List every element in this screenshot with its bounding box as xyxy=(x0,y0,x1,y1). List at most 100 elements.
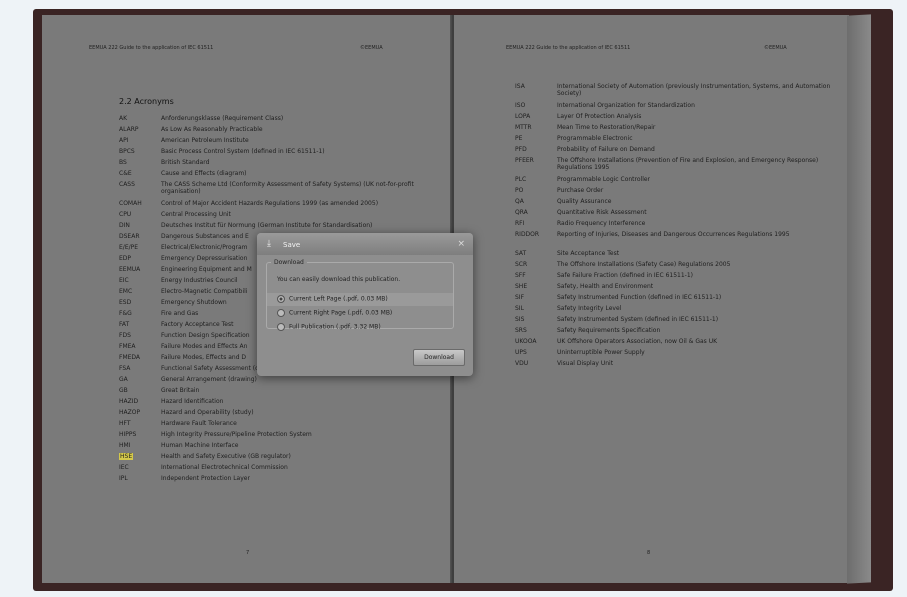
acronym-abbr: FMEDA xyxy=(119,354,141,361)
acronym-abbr: SRS xyxy=(515,327,527,334)
acronym-definition: American Petroleum Institute xyxy=(161,137,249,144)
acronym-definition: Radio Frequency Interference xyxy=(557,220,646,227)
acronym-definition: High Integrity Pressure/Pipeline Protect… xyxy=(161,431,312,438)
radio-current-left-page[interactable] xyxy=(277,295,285,303)
radio-current-right-page[interactable] xyxy=(277,309,285,317)
option-label: Full Publication (.pdf, 3.32 MB) xyxy=(289,323,381,331)
right-page[interactable]: EEMUA 222 Guide to the application of IE… xyxy=(454,15,849,583)
download-button[interactable]: Download xyxy=(413,349,465,366)
download-group-label: Download xyxy=(274,259,304,266)
acronym-abbr: PFD xyxy=(515,146,527,153)
download-note: You can easily download this publication… xyxy=(277,276,401,283)
acronym-definition: Anforderungsklasse (Requirement Class) xyxy=(161,115,284,122)
acronym-definition: Quality Assurance xyxy=(557,198,612,205)
acronym-abbr: FDS xyxy=(119,332,131,339)
acronym-abbr: CASS xyxy=(119,181,135,188)
acronym-abbr: GA xyxy=(119,376,128,383)
dialog-title-bar[interactable]: ⤓ Save × xyxy=(257,233,473,255)
acronym-abbr: QA xyxy=(515,198,524,205)
acronym-definition: Control of Major Accident Hazards Regula… xyxy=(161,200,379,207)
acronym-abbr: SIS xyxy=(515,316,525,323)
acronym-abbr: FSA xyxy=(119,365,131,372)
acronym-abbr: RFI xyxy=(515,220,525,227)
right-page-number: 8 xyxy=(647,550,651,556)
acronym-abbr: PFEER xyxy=(515,157,534,164)
acronym-abbr: UPS xyxy=(515,349,527,356)
acronym-definition: The Offshore Installations (Safety Case)… xyxy=(557,261,731,268)
acronym-abbr: EEMUA xyxy=(119,266,141,273)
option-current-left-page[interactable]: Current Left Page (.pdf, 0.03 MB) xyxy=(277,295,388,303)
acronym-abbr: HAZOP xyxy=(119,409,141,416)
acronym-definition: Cause and Effects (diagram) xyxy=(161,170,247,177)
acronym-abbr: LOPA xyxy=(515,113,531,120)
acronym-abbr: ALARP xyxy=(119,126,139,133)
acronym-abbr: VDU xyxy=(515,360,529,367)
acronym-abbr: SIL xyxy=(515,305,524,312)
left-page-header: EEMUA 222 Guide to the application of IE… xyxy=(89,45,214,51)
acronym-definition: Layer Of Protection Analysis xyxy=(557,113,642,120)
radio-full-publication[interactable] xyxy=(277,323,285,331)
acronym-definition: Purchase Order xyxy=(557,187,604,194)
download-icon: ⤓ xyxy=(267,239,271,249)
close-icon[interactable]: × xyxy=(457,239,465,249)
acronym-definition: Reporting of Injuries, Diseases and Dang… xyxy=(557,231,790,238)
acronym-abbr: PE xyxy=(515,135,523,142)
acronym-abbr: IPL xyxy=(119,475,128,482)
acronym-definition: The CASS Scheme Ltd (Conformity Assessme… xyxy=(161,181,414,195)
acronym-definition: Uninterruptible Power Supply xyxy=(557,349,645,356)
section-title: 2.2 Acronyms xyxy=(119,97,174,106)
acronym-definition: Programmable Logic Controller xyxy=(557,176,651,183)
acronym-definition: Safety Instrumented System (defined in I… xyxy=(557,316,719,323)
acronym-abbr: DIN xyxy=(119,222,130,229)
acronym-definition: Safe Failure Fraction (defined in IEC 61… xyxy=(557,272,693,279)
acronym-definition: Hazard Identification xyxy=(161,398,224,405)
acronym-abbr: ESD xyxy=(119,299,132,306)
acronym-abbr: HSE xyxy=(119,453,134,460)
acronym-definition: Hazard and Operability (study) xyxy=(161,409,254,416)
acronym-abbr: SHE xyxy=(515,283,528,290)
acronym-abbr: UKOOA xyxy=(515,338,537,345)
acronym-abbr: GB xyxy=(119,387,128,394)
acronym-abbr: PO xyxy=(515,187,524,194)
option-current-right-page[interactable]: Current Right Page (.pdf, 0.03 MB) xyxy=(277,309,392,317)
acronym-abbr: EDP xyxy=(119,255,132,262)
acronym-definition: International Electrotechnical Commissio… xyxy=(161,464,288,471)
acronym-abbr: E/E/PE xyxy=(119,244,139,251)
acronym-definition: International Society of Automation (pre… xyxy=(557,83,831,97)
acronym-abbr: ISO xyxy=(515,102,526,109)
save-dialog: ⤓ Save × Download You can easily downloa… xyxy=(257,233,473,376)
download-group: Download You can easily download this pu… xyxy=(266,259,454,331)
left-page-number: 7 xyxy=(246,550,250,556)
acronym-abbr: F&G xyxy=(119,310,132,317)
acronym-definition: Site Acceptance Test xyxy=(557,250,620,257)
acronym-abbr: RIDDOR xyxy=(515,231,540,238)
acronym-definition: The Offshore Installations (Prevention o… xyxy=(557,157,819,171)
acronym-definition: Independent Protection Layer xyxy=(161,475,250,482)
acronym-abbr: BPCS xyxy=(119,148,135,155)
acronym-abbr: SFF xyxy=(515,272,526,279)
acronym-abbr: SCR xyxy=(515,261,528,268)
acronym-abbr: HIPPS xyxy=(119,431,137,438)
acronym-definition: Health and Safety Executive (GB regulato… xyxy=(161,453,291,460)
acronym-abbr: HFT xyxy=(119,420,131,427)
acronym-definition: Safety Instrumented Function (defined in… xyxy=(557,294,722,301)
acronym-abbr: MTTR xyxy=(515,124,532,131)
acronym-abbr: AK xyxy=(119,115,128,122)
acronym-abbr: FMEA xyxy=(119,343,136,350)
acronym-abbr: COMAH xyxy=(119,200,142,207)
option-label: Current Right Page (.pdf, 0.03 MB) xyxy=(289,309,393,317)
acronym-abbr: HAZID xyxy=(119,398,139,405)
acronym-abbr: SAT xyxy=(515,250,527,257)
acronym-abbr: BS xyxy=(119,159,127,166)
acronym-definition: Great Britain xyxy=(161,387,200,394)
acronym-definition: Safety Requirements Specification xyxy=(557,327,661,334)
acronym-definition: Mean Time to Restoration/Repair xyxy=(557,124,656,131)
acronym-abbr: EIC xyxy=(119,277,129,284)
acronym-definition: Deutsches Institut für Normung (German I… xyxy=(161,222,373,229)
option-full-publication[interactable]: Full Publication (.pdf, 3.32 MB) xyxy=(277,323,381,331)
acronym-abbr: EMC xyxy=(119,288,133,295)
acronym-abbr: C&E xyxy=(119,170,132,177)
acronym-abbr: DSEAR xyxy=(119,233,140,240)
acronym-definition: Visual Display Unit xyxy=(557,360,614,367)
acronym-definition: Hardware Fault Tolerance xyxy=(161,420,237,427)
